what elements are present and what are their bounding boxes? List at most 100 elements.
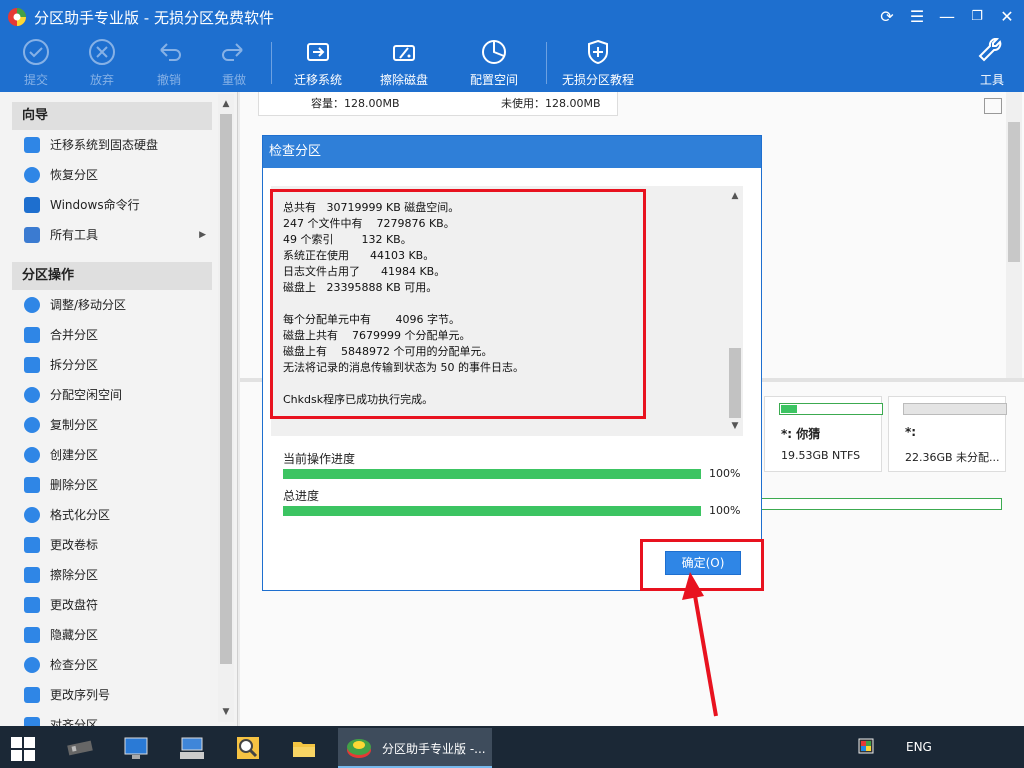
ok-button[interactable]: 确定(O) (665, 551, 741, 575)
hide-icon (24, 627, 40, 643)
sidebar-section-partition-ops: 分区操作 (12, 262, 212, 290)
language-indicator[interactable]: ENG (906, 740, 932, 754)
grid-icon (24, 227, 40, 243)
pie-chart-icon (24, 387, 40, 403)
main-scrollbar[interactable] (1006, 92, 1022, 378)
discard-button[interactable]: 放弃 (84, 38, 120, 90)
sidebar-item-copy[interactable]: 复制分区 (22, 410, 212, 440)
current-progress-label: 当前操作进度 (283, 452, 356, 466)
current-progress-bar (283, 469, 701, 479)
dialog-title: 检查分区 (263, 136, 761, 168)
scrollbar-thumb[interactable] (729, 348, 741, 418)
merge-icon (24, 327, 40, 343)
taskbar-active-app[interactable]: 分区助手专业版 -... (338, 728, 492, 768)
partition-assistant-icon (347, 739, 371, 758)
sidebar-scrollbar[interactable]: ▲ ▼ (218, 94, 234, 722)
sidebar-item-create[interactable]: 创建分区 (22, 440, 212, 470)
check-partition-dialog: 检查分区 总共有 30719999 KB 磁盘空间。 247 个文件中有 727… (262, 135, 762, 591)
taskbar-app-keyboard-icon[interactable] (170, 730, 214, 766)
sidebar-item-migrate-ssd[interactable]: 迁移系统到固态硬盘 (22, 130, 212, 160)
view-toggle-icon[interactable] (984, 98, 1002, 114)
sidebar-item-merge[interactable]: 合并分区 (22, 320, 212, 350)
sidebar-item-recover-partition[interactable]: 恢复分区 (22, 160, 212, 190)
close-button[interactable]: ✕ (996, 6, 1018, 28)
log-scrollbar[interactable]: ▲ ▼ (727, 186, 743, 436)
sidebar-item-resize-move[interactable]: 调整/移动分区 (22, 290, 212, 320)
toolbar: 提交 放弃 撤销 重做 迁移系统 擦除磁盘 配置空间 无损分区教程 工具 (0, 34, 1024, 92)
check-icon (23, 39, 49, 65)
sidebar-item-format[interactable]: 格式化分区 (22, 500, 212, 530)
scroll-up-icon[interactable]: ▲ (727, 188, 743, 204)
log-output: 总共有 30719999 KB 磁盘空间。 247 个文件中有 7279876 … (271, 186, 741, 436)
resize-icon (24, 297, 40, 313)
current-progress-percent: 100% (709, 467, 741, 480)
window-title: 分区助手专业版 - 无损分区免费软件 (34, 9, 274, 27)
tools-button[interactable]: 工具 (974, 38, 1010, 90)
sidebar-item-allocate-free[interactable]: 分配空闲空间 (22, 380, 212, 410)
total-progress-label: 总进度 (283, 489, 320, 503)
restore-button[interactable]: ❐ (966, 6, 988, 28)
log-text: 总共有 30719999 KB 磁盘空间。 247 个文件中有 7279876 … (283, 201, 524, 406)
sidebar-item-hide[interactable]: 隐藏分区 (22, 620, 212, 650)
tutorial-button[interactable]: 无损分区教程 (560, 38, 636, 90)
minimize-button[interactable]: — (936, 6, 958, 28)
sidebar: 向导 迁移系统到固态硬盘 恢复分区 Windows命令行 所有工具 ▶ 分区操作 … (0, 92, 238, 726)
create-icon (24, 447, 40, 463)
disk-usage-bar[interactable] (760, 498, 1002, 510)
undo-button[interactable]: 撤销 (151, 38, 187, 90)
taskbar-app-magnifier-icon[interactable] (226, 730, 270, 766)
partition-info: 22.36GB 未分配... (905, 451, 1000, 464)
partition-usage-fill (781, 405, 798, 413)
scroll-down-icon[interactable]: ▼ (727, 418, 743, 434)
taskbar-app-computer-icon[interactable] (114, 730, 158, 766)
taskbar-app-folder-icon[interactable] (282, 730, 326, 766)
total-progress-bar (283, 506, 701, 516)
sidebar-item-windows-cmd[interactable]: Windows命令行 (22, 190, 212, 220)
taskbar-app-chip-icon[interactable] (58, 730, 102, 766)
title-bar: 分区助手专业版 - 无损分区免费软件 ⟳ ☰ — ❐ ✕ (0, 0, 1024, 34)
format-icon (24, 507, 40, 523)
total-progress-fill (283, 506, 701, 516)
partition-info: 19.53GB NTFS (781, 449, 861, 462)
disk-unused: 未使用：128.00MB (501, 97, 601, 110)
partition-name: *: 你猜 (781, 427, 821, 441)
sidebar-item-change-serial[interactable]: 更改序列号 (22, 680, 212, 710)
wipe-disk-icon (393, 45, 415, 61)
submit-button[interactable]: 提交 (18, 38, 54, 90)
scrollbar-thumb[interactable] (220, 114, 232, 664)
chevron-right-icon: ▶ (199, 230, 206, 240)
windows-icon (24, 197, 40, 213)
sidebar-item-change-letter[interactable]: 更改盘符 (22, 590, 212, 620)
current-progress-fill (283, 469, 701, 479)
tray-app-icon[interactable] (858, 738, 874, 754)
windows-start-icon[interactable] (10, 736, 36, 762)
taskbar: 分区助手专业版 -... ENG (0, 726, 1024, 768)
refresh-icon[interactable]: ⟳ (876, 6, 898, 28)
menu-icon[interactable]: ☰ (906, 6, 928, 28)
sidebar-item-align[interactable]: 对齐分区 (22, 710, 212, 726)
tag-icon (24, 537, 40, 553)
recover-icon (24, 167, 40, 183)
sidebar-item-wipe-partition[interactable]: 擦除分区 (22, 560, 212, 590)
sidebar-item-delete[interactable]: 删除分区 (22, 470, 212, 500)
scroll-up-icon[interactable]: ▲ (218, 96, 234, 112)
sidebar-item-check[interactable]: 检查分区 (22, 650, 212, 680)
partition-card[interactable]: *: 22.36GB 未分配... (888, 396, 1007, 472)
scroll-down-icon[interactable]: ▼ (218, 704, 234, 720)
sidebar-section-wizard: 向导 (12, 102, 212, 130)
redo-icon (222, 43, 243, 61)
redo-button[interactable]: 重做 (216, 38, 252, 90)
disk-summary: 容量：128.00MB 未使用：128.00MB (258, 92, 618, 116)
sidebar-item-all-tools[interactable]: 所有工具 ▶ (22, 220, 212, 250)
partition-card[interactable]: *: 你猜 19.53GB NTFS (764, 396, 883, 472)
migrate-system-button[interactable]: 迁移系统 (290, 38, 346, 90)
split-icon (24, 357, 40, 373)
app-logo-icon (8, 8, 26, 26)
allocate-space-button[interactable]: 配置空间 (466, 38, 522, 90)
partition-usage-bar (779, 403, 883, 415)
partition-name: *: (905, 425, 917, 439)
scrollbar-thumb[interactable] (1008, 122, 1020, 262)
sidebar-item-split[interactable]: 拆分分区 (22, 350, 212, 380)
wipe-disk-button[interactable]: 擦除磁盘 (376, 38, 432, 90)
sidebar-item-change-label[interactable]: 更改卷标 (22, 530, 212, 560)
